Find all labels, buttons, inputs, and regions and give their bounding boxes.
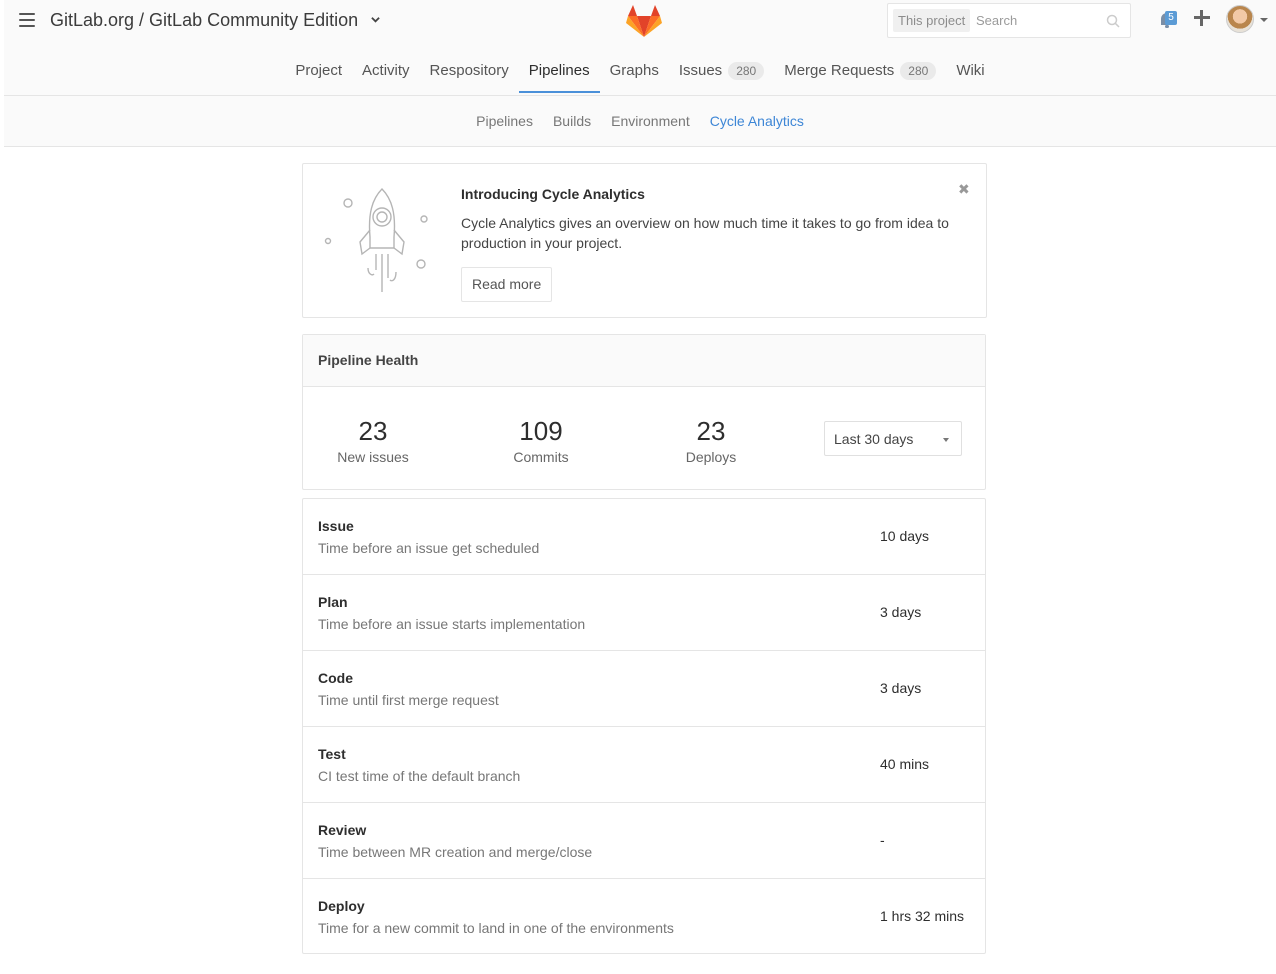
stage-row: Test CI test time of the default branch 40… bbox=[303, 727, 985, 803]
caret-down-icon bbox=[943, 438, 949, 442]
chevron-down-icon bbox=[371, 17, 380, 23]
stage-description: Time for a new commit to land in one of … bbox=[318, 920, 674, 936]
search-icon bbox=[1106, 14, 1120, 28]
subtab-environment[interactable]: Environment bbox=[601, 96, 700, 146]
stage-row: Plan Time before an issue starts implemen… bbox=[303, 575, 985, 651]
tab-count-badge: 280 bbox=[728, 62, 765, 80]
stage-name: Review bbox=[318, 822, 367, 838]
new-item-plus-icon[interactable] bbox=[1194, 10, 1210, 26]
tab-label: Pipelines bbox=[528, 62, 590, 79]
pipeline-health-title: Pipeline Health bbox=[303, 335, 985, 387]
hamburger-menu-icon[interactable] bbox=[19, 13, 35, 27]
stage-description: CI test time of the default branch bbox=[318, 768, 521, 784]
stage-value: 3 days bbox=[880, 680, 922, 696]
stat-label: New issues bbox=[337, 449, 409, 465]
stage-name: Plan bbox=[318, 594, 348, 610]
rocket-illustration-icon bbox=[324, 188, 428, 292]
gitlab-logo-icon[interactable] bbox=[625, 4, 663, 38]
stat-value: 23 bbox=[358, 416, 388, 446]
stage-value: - bbox=[880, 832, 885, 848]
subtab-pipelines[interactable]: Pipelines bbox=[466, 96, 543, 146]
tab-issues[interactable]: Issues 280 bbox=[669, 52, 774, 94]
close-icon[interactable]: ✖ bbox=[958, 181, 970, 198]
tab-pipelines[interactable]: Pipelines bbox=[518, 52, 600, 93]
stat-deploys: 23 Deploys bbox=[641, 417, 781, 465]
pipeline-health-panel: Pipeline Health 23 New issues 109 Commit… bbox=[302, 334, 986, 490]
breadcrumb-text: GitLab.org / GitLab Community Edition bbox=[50, 10, 359, 30]
cycle-analytics-intro-panel: Introducing Cycle Analytics Cycle Analyt… bbox=[302, 163, 987, 318]
stage-name: Deploy bbox=[318, 898, 365, 914]
avatar-caret-icon[interactable] bbox=[1260, 18, 1268, 22]
stat-commits: 109 Commits bbox=[471, 417, 611, 465]
stat-label: Deploys bbox=[685, 449, 737, 465]
stage-description: Time between MR creation and merge/close bbox=[318, 844, 593, 860]
tab-activity[interactable]: Activity bbox=[352, 52, 420, 93]
stage-name: Code bbox=[318, 670, 353, 686]
project-main-nav: Project Activity Respository Pipelines Graph… bbox=[4, 52, 1276, 96]
tab-label: Issues bbox=[678, 62, 723, 79]
search-placeholder: Search bbox=[976, 13, 1018, 28]
tab-label: Respository bbox=[429, 62, 509, 79]
stage-name: Test bbox=[318, 746, 346, 762]
subtab-cycle-analytics[interactable]: Cycle Analytics bbox=[700, 96, 814, 146]
search-input[interactable]: This project Search bbox=[887, 3, 1131, 38]
stage-value: 10 days bbox=[880, 528, 930, 544]
stat-value: 23 bbox=[696, 416, 726, 446]
stage-description: Time before an issue get scheduled bbox=[318, 540, 540, 556]
stage-list: Issue Time before an issue get scheduled 1… bbox=[302, 498, 986, 954]
stage-value: 40 mins bbox=[880, 756, 930, 772]
notification-count-badge: 5 bbox=[1165, 11, 1177, 25]
date-range-dropdown[interactable]: Last 30 days bbox=[824, 421, 962, 456]
stage-row: Deploy Time for a new commit to land in o… bbox=[303, 879, 985, 955]
tab-wiki[interactable]: Wiki bbox=[946, 52, 994, 93]
read-more-button[interactable]: Read more bbox=[461, 267, 553, 302]
tab-count-badge: 280 bbox=[900, 62, 937, 80]
tab-graphs[interactable]: Graphs bbox=[600, 52, 669, 93]
intro-title: Introducing Cycle Analytics bbox=[461, 186, 645, 202]
project-breadcrumb[interactable]: GitLab.org / GitLab Community Edition bbox=[50, 10, 380, 31]
stage-row: Code Time until first merge request 3 days bbox=[303, 651, 985, 727]
pipelines-sub-nav: Pipelines Builds Environment Cycle Analytic… bbox=[4, 96, 1276, 147]
stat-new-issues: 23 New issues bbox=[303, 417, 443, 465]
stage-value: 1 hrs 32 mins bbox=[880, 908, 965, 924]
tab-merge-requests[interactable]: Merge Requests 280 bbox=[774, 52, 946, 94]
tab-label: Merge Requests bbox=[784, 62, 895, 79]
tab-label: Project bbox=[295, 62, 343, 79]
intro-description: Cycle Analytics gives an overview on how… bbox=[461, 215, 949, 251]
search-scope-label: This project bbox=[893, 9, 971, 32]
tab-label: Wiki bbox=[956, 62, 985, 79]
notifications-button[interactable]: 5 bbox=[1157, 10, 1177, 30]
stage-row: Review Time between MR creation and merge… bbox=[303, 803, 985, 879]
tab-project[interactable]: Project bbox=[285, 52, 352, 93]
stat-value: 109 bbox=[519, 416, 563, 446]
tab-label: Graphs bbox=[609, 62, 659, 79]
tab-label: Activity bbox=[362, 62, 410, 79]
page: GitLab.org / GitLab Community Edition Th… bbox=[0, 0, 1276, 974]
stat-label: Commits bbox=[513, 449, 569, 465]
tab-respository[interactable]: Respository bbox=[420, 52, 519, 93]
stage-description: Time before an issue starts implementati… bbox=[318, 616, 586, 632]
top-header: GitLab.org / GitLab Community Edition Th… bbox=[4, 0, 1276, 96]
date-range-value: Last 30 days bbox=[834, 431, 914, 447]
stage-row: Issue Time before an issue get scheduled 1… bbox=[303, 499, 985, 575]
subtab-builds[interactable]: Builds bbox=[543, 96, 601, 146]
stage-description: Time until first merge request bbox=[318, 692, 499, 708]
stage-value: 3 days bbox=[880, 604, 922, 620]
stage-name: Issue bbox=[318, 518, 354, 534]
user-avatar[interactable] bbox=[1226, 5, 1254, 33]
